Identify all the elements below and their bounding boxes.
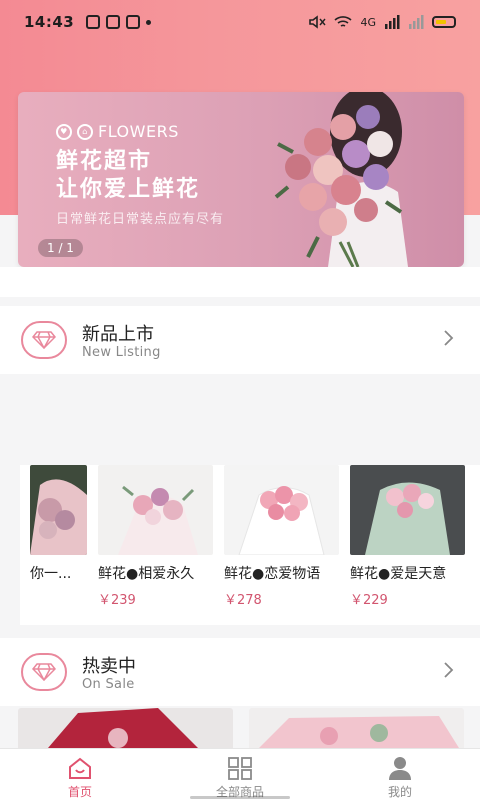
tab-label: 我的 bbox=[387, 785, 412, 799]
product-name: 鲜花●爱是天意 bbox=[350, 566, 447, 582]
signal-icon bbox=[385, 15, 400, 29]
home-icon bbox=[69, 757, 91, 779]
app-notification-icon bbox=[86, 15, 101, 29]
section-subtitle: On Sale bbox=[82, 677, 135, 692]
product-card[interactable]: 你一... bbox=[30, 465, 87, 625]
diamond-badge-icon bbox=[21, 321, 67, 359]
headline-line-2: 让你爱上鲜花 bbox=[56, 177, 201, 202]
app-notification-icon bbox=[106, 15, 121, 29]
new-listing-header[interactable]: 新品上市 New Listing bbox=[0, 306, 480, 374]
wifi-icon bbox=[334, 16, 353, 27]
product-image bbox=[350, 465, 465, 555]
system-status: 4G bbox=[308, 15, 456, 29]
section-title: 新品上市 bbox=[82, 324, 154, 345]
banner-headline: 鲜花超市 让你爱上鲜花 bbox=[56, 148, 200, 204]
cart-logo-icon: ⌂ bbox=[77, 123, 93, 140]
new-products-carousel[interactable]: 你一... 鲜花●相爱永久 ￥239 鲜花●恋爱物语 ￥278 鲜花●爱是天意 … bbox=[20, 465, 480, 625]
banner-brand: ♥ ⌂ FLOWERS bbox=[56, 122, 179, 141]
app-notification-icon bbox=[126, 15, 141, 29]
product-price: ￥239 bbox=[98, 593, 136, 608]
heart-logo-icon: ♥ bbox=[56, 123, 72, 140]
on-sale-header[interactable]: 热卖中 On Sale bbox=[0, 638, 480, 706]
bouquet-illustration bbox=[274, 92, 408, 267]
banner-pager: 1 / 1 bbox=[38, 239, 83, 257]
product-image bbox=[98, 465, 213, 555]
hot-product-image[interactable] bbox=[18, 708, 233, 748]
battery-icon bbox=[432, 16, 456, 28]
product-price: ￥229 bbox=[350, 593, 388, 608]
brand-text: FLOWERS bbox=[98, 122, 179, 141]
product-card[interactable]: 鲜花●爱是天意 ￥229 bbox=[350, 465, 465, 625]
network-type: 4G bbox=[360, 15, 376, 29]
tab-profile[interactable]: 我的 bbox=[320, 749, 480, 801]
section-title: 热卖中 bbox=[82, 656, 136, 677]
status-time: 14:43 bbox=[24, 13, 75, 31]
diamond-icon bbox=[32, 663, 56, 681]
diamond-badge-icon bbox=[21, 653, 67, 691]
product-name: 鲜花●相爱永久 bbox=[98, 566, 195, 582]
banner-bottom-spacer bbox=[0, 267, 480, 297]
chevron-right-icon[interactable] bbox=[438, 660, 458, 680]
mute-icon bbox=[309, 15, 327, 29]
status-bar: 14:43 4G bbox=[0, 0, 480, 44]
hot-product-image[interactable] bbox=[249, 708, 464, 748]
hot-products-row[interactable] bbox=[18, 708, 464, 748]
diamond-icon bbox=[32, 331, 56, 349]
product-image bbox=[30, 465, 87, 555]
signal-sim2-icon bbox=[409, 15, 424, 29]
grid-icon bbox=[228, 757, 252, 780]
more-notifications-icon bbox=[146, 19, 152, 25]
product-image bbox=[224, 465, 339, 555]
promo-banner[interactable]: ♥ ⌂ FLOWERS 鲜花超市 让你爱上鲜花 日常鲜花日常装点应有尽有 1 /… bbox=[18, 92, 464, 267]
tab-label: 首页 bbox=[67, 785, 92, 799]
bottom-tab-bar: 首页 全部商品 我的 bbox=[0, 748, 480, 801]
product-name: 鲜花●恋爱物语 bbox=[224, 566, 321, 582]
tab-home[interactable]: 首页 bbox=[0, 749, 160, 801]
tab-all-products[interactable]: 全部商品 bbox=[160, 749, 320, 801]
product-name: 你一... bbox=[30, 566, 72, 582]
product-price: ￥278 bbox=[224, 593, 262, 608]
section-subtitle: New Listing bbox=[82, 345, 161, 360]
product-card[interactable]: 鲜花●相爱永久 ￥239 bbox=[98, 465, 213, 625]
product-card[interactable]: 鲜花●恋爱物语 ￥278 bbox=[224, 465, 339, 625]
user-icon bbox=[389, 757, 411, 780]
notification-icons bbox=[86, 15, 152, 29]
home-indicator bbox=[190, 796, 290, 799]
headline-line-1: 鲜花超市 bbox=[56, 149, 153, 174]
chevron-right-icon[interactable] bbox=[438, 328, 458, 348]
banner-subtitle: 日常鲜花日常装点应有尽有 bbox=[56, 212, 225, 227]
